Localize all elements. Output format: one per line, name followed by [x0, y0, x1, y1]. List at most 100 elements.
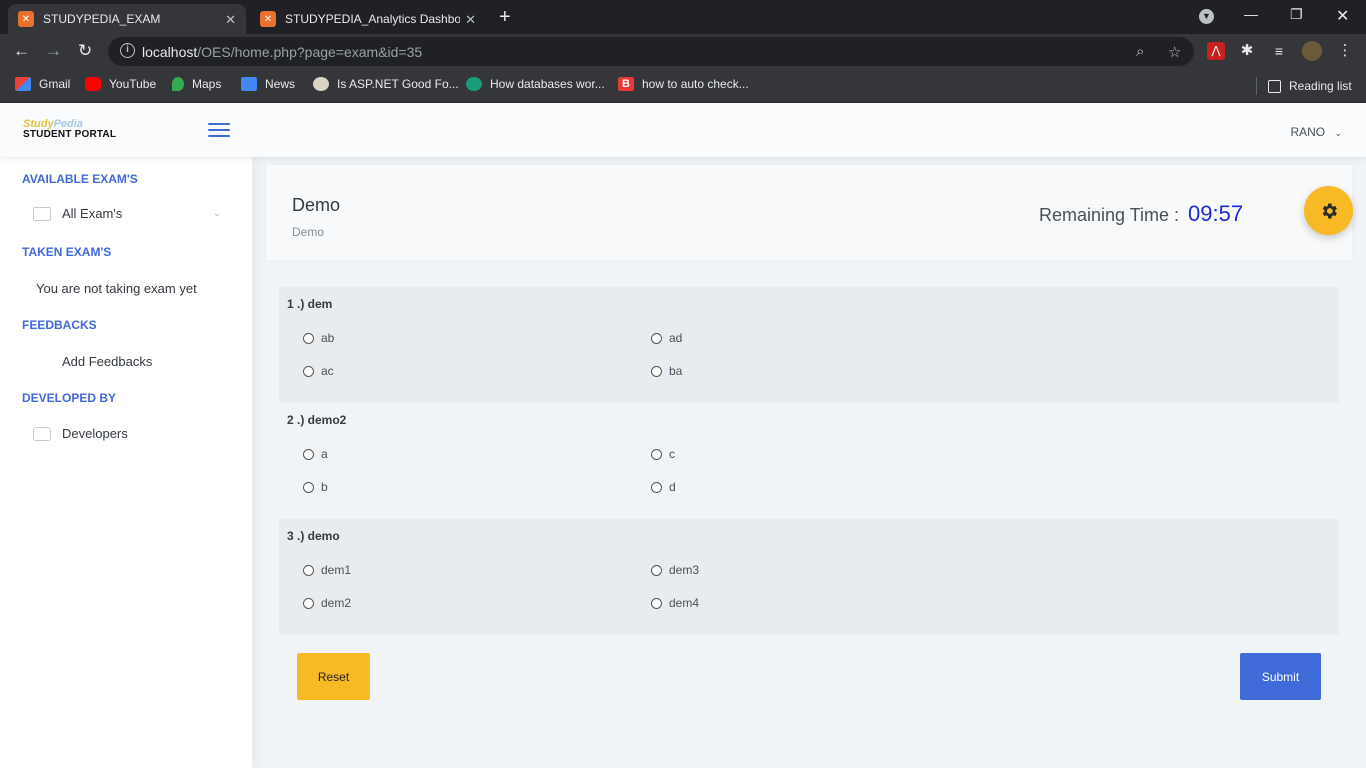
- bookmark-label: how to auto check...: [642, 77, 749, 91]
- radio-button[interactable]: [303, 597, 314, 609]
- radio-button[interactable]: [303, 564, 314, 576]
- option-label: d: [669, 480, 676, 494]
- radio-button[interactable]: [651, 332, 662, 344]
- browser-tab-bar: ✕ STUDYPEDIA_EXAM ✕ ✕ STUDYPEDIA_Analyti…: [0, 0, 1366, 34]
- sidebar: AVAILABLE EXAM'S All Exam's ⌄ TAKEN EXAM…: [0, 157, 252, 768]
- radio-button[interactable]: [651, 365, 662, 377]
- radio-button[interactable]: [303, 481, 314, 493]
- question-block: 3 .) demo dem1 dem3 dem2 dem4: [279, 519, 1339, 635]
- reading-list-icon: [1268, 79, 1281, 93]
- tab-search-icon[interactable]: ▼: [1199, 9, 1214, 24]
- answer-option[interactable]: d: [651, 480, 676, 494]
- educative-icon: [466, 77, 482, 91]
- bookmark-maps[interactable]: Maps: [172, 77, 221, 91]
- youtube-icon: [85, 77, 101, 91]
- chat-bubbles-icon: [33, 426, 51, 441]
- remaining-time-label: Remaining Time :: [1039, 205, 1180, 225]
- profile-avatar[interactable]: [1302, 41, 1322, 61]
- answer-option[interactable]: dem1: [303, 563, 351, 577]
- answer-option[interactable]: a: [303, 447, 328, 461]
- radio-button[interactable]: [303, 332, 314, 344]
- answer-option[interactable]: ba: [651, 364, 682, 378]
- bookmark-aspnet[interactable]: Is ASP.NET Good Fo...: [313, 77, 459, 91]
- reading-list[interactable]: Reading list: [1256, 77, 1352, 95]
- settings-button[interactable]: [1304, 186, 1353, 235]
- back-icon[interactable]: ←: [13, 42, 30, 60]
- option-label: dem3: [669, 563, 700, 577]
- browser-tab-dashboard[interactable]: ✕ STUDYPEDIA_Analytics Dashboar ✕: [250, 4, 486, 34]
- answer-option[interactable]: dem3: [651, 563, 699, 577]
- bookmark-databases[interactable]: How databases wor...: [466, 77, 605, 91]
- radio-button[interactable]: [303, 448, 314, 460]
- chevron-down-icon: ⌄: [212, 208, 221, 219]
- address-url: localhost/OES/home.php?page=exam&id=35: [142, 44, 423, 60]
- list-icon: [33, 206, 51, 221]
- radio-button[interactable]: [303, 365, 314, 377]
- logo-text-bottom: STUDENT PORTAL: [23, 129, 117, 140]
- option-label: dem2: [321, 596, 352, 610]
- restore-icon[interactable]: ❐: [1290, 6, 1303, 23]
- reset-button[interactable]: Reset: [297, 653, 370, 700]
- bookmark-youtube[interactable]: YouTube: [85, 77, 156, 91]
- studypedia-logo[interactable]: StudyPedia STUDENT PORTAL: [23, 119, 117, 141]
- page-subtitle: Demo: [292, 225, 325, 239]
- browser-tab-exam[interactable]: ✕ STUDYPEDIA_EXAM ✕: [8, 4, 246, 34]
- app-header: StudyPedia STUDENT PORTAL RANO ⌄: [0, 103, 1366, 157]
- option-label: ac: [321, 364, 334, 378]
- question-block: 1 .) dem ab ad ac ba: [279, 287, 1339, 403]
- sidebar-heading-developed: DEVELOPED BY: [22, 391, 117, 405]
- close-tab-icon[interactable]: ✕: [465, 12, 476, 28]
- address-bar[interactable]: i localhost/OES/home.php?page=exam&id=35…: [108, 37, 1194, 66]
- bookmark-auto-check[interactable]: B how to auto check...: [618, 77, 749, 91]
- answer-option[interactable]: b: [303, 480, 328, 494]
- answer-option[interactable]: dem2: [303, 596, 351, 610]
- answer-option[interactable]: c: [651, 447, 675, 461]
- user-menu[interactable]: RANO ⌄: [1290, 125, 1342, 139]
- tab-title: STUDYPEDIA_Analytics Dashboar: [285, 12, 460, 26]
- sidebar-item-add-feedbacks[interactable]: Add Feedbacks: [62, 354, 152, 369]
- answer-option[interactable]: ab: [303, 331, 334, 345]
- radio-button[interactable]: [651, 564, 662, 576]
- question-title: 2 .) demo2: [287, 413, 347, 427]
- site-info-icon[interactable]: i: [120, 43, 135, 58]
- sidebar-heading-feedbacks: FEEDBACKS: [22, 318, 97, 332]
- radio-button[interactable]: [651, 481, 662, 493]
- media-control-icon[interactable]: ≡: [1270, 42, 1288, 60]
- cup-icon: [313, 77, 329, 91]
- answer-option[interactable]: dem4: [651, 596, 699, 610]
- bookmark-gmail[interactable]: Gmail: [15, 77, 70, 91]
- sidebar-item-developers[interactable]: Developers: [33, 426, 128, 441]
- extensions-puzzle-icon[interactable]: ✱: [1238, 42, 1256, 60]
- option-label: c: [669, 447, 675, 461]
- option-label: dem1: [321, 563, 352, 577]
- zoom-icon[interactable]: ⌕: [1136, 43, 1144, 60]
- taken-exam-status: You are not taking exam yet: [36, 281, 197, 296]
- radio-button[interactable]: [651, 597, 662, 609]
- user-name: RANO: [1290, 125, 1326, 139]
- close-tab-icon[interactable]: ✕: [225, 12, 236, 28]
- reading-list-label: Reading list: [1289, 79, 1352, 93]
- b-letter-icon: B: [618, 77, 634, 91]
- pdf-extension-icon[interactable]: ⋀: [1207, 42, 1225, 60]
- window-close-icon[interactable]: ✕: [1336, 6, 1349, 26]
- answer-option[interactable]: ad: [651, 331, 682, 345]
- option-label: ab: [321, 331, 335, 345]
- bookmark-label: News: [265, 77, 296, 91]
- reload-icon[interactable]: ↻: [78, 42, 92, 60]
- hamburger-menu-icon[interactable]: [208, 123, 230, 141]
- menu-kebab-icon[interactable]: ⋮: [1336, 42, 1354, 60]
- submit-button[interactable]: Submit: [1240, 653, 1321, 700]
- new-tab-icon[interactable]: +: [499, 6, 511, 29]
- answer-option[interactable]: ac: [303, 364, 334, 378]
- bookmark-label: Gmail: [39, 77, 71, 91]
- option-label: ad: [669, 331, 683, 345]
- radio-button[interactable]: [651, 448, 662, 460]
- minimize-icon[interactable]: —: [1244, 6, 1258, 22]
- tab-title: STUDYPEDIA_EXAM: [43, 12, 161, 26]
- sidebar-heading-available: AVAILABLE EXAM'S: [22, 172, 138, 186]
- forward-icon[interactable]: →: [45, 42, 62, 60]
- bookmark-news[interactable]: News: [241, 77, 295, 91]
- option-label: dem4: [669, 596, 700, 610]
- sidebar-item-all-exams[interactable]: All Exam's ⌄: [33, 206, 221, 221]
- bookmark-star-icon[interactable]: ☆: [1168, 43, 1181, 61]
